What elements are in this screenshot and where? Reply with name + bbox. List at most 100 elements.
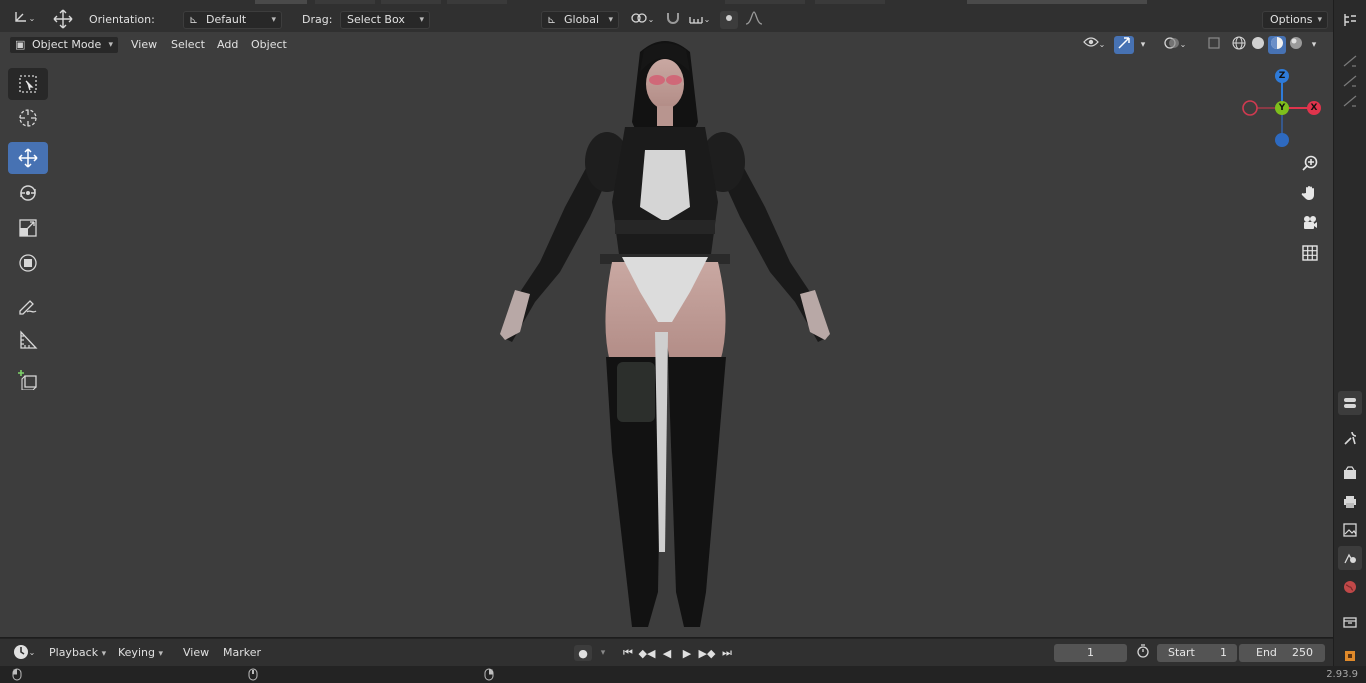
measure-tool[interactable]: [8, 324, 48, 356]
pivot-point-button[interactable]: ⌄: [626, 11, 658, 29]
transform-tool[interactable]: [8, 247, 48, 279]
tab-collection[interactable]: [1338, 610, 1362, 634]
overlays-dropdown[interactable]: ⌄: [1159, 36, 1191, 54]
options-dropdown[interactable]: Options ▾: [1262, 11, 1328, 29]
editor-type-button[interactable]: ⌄: [8, 10, 40, 28]
end-frame-field[interactable]: End 250: [1239, 644, 1325, 662]
playback-label: Playback: [49, 646, 99, 659]
tab-render[interactable]: [1338, 461, 1362, 485]
eye-icon: [1082, 37, 1099, 47]
gizmo-z-axis[interactable]: Z: [1275, 69, 1289, 83]
tab-view-layer[interactable]: [1338, 518, 1362, 542]
shading-wireframe[interactable]: [1230, 36, 1248, 54]
play-reverse-button[interactable]: ◀: [658, 645, 676, 661]
start-value: 1: [1220, 646, 1227, 659]
camera-view-button[interactable]: [1297, 210, 1323, 236]
scale-icon: [19, 219, 37, 237]
xray-toggle[interactable]: [1205, 36, 1223, 54]
snap-target-dropdown[interactable]: ⌄: [684, 11, 714, 29]
start-frame-field[interactable]: Start 1: [1157, 644, 1237, 662]
transform-space-value: Global: [564, 13, 600, 26]
add-cube-tool[interactable]: [8, 363, 48, 395]
snap-increment-icon: [688, 17, 703, 24]
timeline-menu-keying[interactable]: Keying ▾: [118, 645, 163, 662]
play-button[interactable]: ▶: [678, 645, 696, 661]
outliner-toggle[interactable]: [1338, 8, 1362, 32]
drag-value: Select Box: [347, 13, 405, 26]
hand-icon: [1301, 186, 1314, 200]
tab-active-tool[interactable]: [1338, 426, 1362, 450]
scene-icon: [1344, 553, 1356, 564]
transform-orientation-dropdown[interactable]: ⊾ Global ▾: [541, 11, 619, 29]
printer-icon: [1344, 496, 1356, 508]
stopwatch-icon: [1137, 644, 1149, 658]
jump-to-keyframe-next-button[interactable]: ▶◆: [698, 645, 716, 661]
gizmo-icon: [1118, 37, 1130, 49]
overlay-icon: [1163, 37, 1179, 49]
shading-dropdown[interactable]: ▾: [1307, 36, 1321, 54]
preview-range-toggle[interactable]: [1134, 644, 1152, 662]
shading-material-preview[interactable]: [1268, 36, 1286, 54]
pan-button[interactable]: [1297, 180, 1323, 206]
annotate-tool[interactable]: [8, 289, 48, 321]
scale-tool[interactable]: [8, 212, 48, 244]
keying-set-dropdown[interactable]: ▾: [594, 645, 612, 661]
menu-view[interactable]: View: [127, 37, 161, 53]
snap-toggle[interactable]: [662, 11, 684, 29]
drag-label: Drag:: [302, 13, 333, 26]
select-box-tool[interactable]: [8, 68, 48, 100]
jump-to-end-button[interactable]: ⏭: [718, 645, 736, 661]
menu-add[interactable]: Add: [213, 37, 242, 53]
3d-viewport[interactable]: [0, 32, 1333, 637]
timeline-menu-marker[interactable]: Marker: [223, 645, 261, 661]
mouse-right-icon: [484, 668, 494, 681]
menu-object[interactable]: Object: [247, 37, 291, 53]
tab-object[interactable]: [1338, 644, 1362, 668]
mode-dropdown[interactable]: ▣ Object Mode ▾: [9, 36, 119, 54]
jump-to-keyframe-prev-button[interactable]: ◆◀: [638, 645, 656, 661]
auto-keying-toggle[interactable]: ●: [574, 645, 592, 661]
zoom-button[interactable]: [1297, 150, 1323, 176]
visibility-dropdown[interactable]: ⌄: [1078, 36, 1110, 54]
jump-to-start-button[interactable]: ⏮: [619, 645, 637, 661]
record-dot-icon: ●: [578, 646, 588, 660]
rotate-tool[interactable]: [8, 177, 48, 209]
falloff-dropdown[interactable]: [740, 11, 768, 29]
object-mode-icon: ▣: [15, 38, 26, 51]
menu-select[interactable]: Select: [167, 37, 209, 53]
gizmo-y-axis[interactable]: Y: [1275, 101, 1289, 115]
chevron-down-icon: ▾: [419, 15, 424, 25]
chevron-down-icon: ▾: [158, 649, 163, 659]
orientation-dropdown[interactable]: ⊾ Default ▾: [183, 11, 282, 29]
timeline-menu-playback[interactable]: Playback ▾: [49, 645, 106, 662]
timeline-menu-view[interactable]: View: [183, 645, 209, 661]
falloff-curve-icon: [745, 11, 763, 25]
shading-solid[interactable]: [1249, 36, 1267, 54]
shading-rendered[interactable]: [1287, 36, 1305, 54]
proportional-dot-icon: [726, 15, 732, 21]
wireframe-sphere-icon: [1232, 36, 1246, 50]
wrench-icon: [1344, 431, 1357, 445]
move-tool[interactable]: [8, 142, 48, 174]
clock-icon: [13, 645, 28, 659]
pencil-icon: [19, 300, 37, 315]
chevron-down-icon: ▾: [101, 649, 107, 659]
proportional-editing-toggle[interactable]: [720, 11, 738, 29]
magnet-icon: [667, 13, 679, 24]
tab-scene[interactable]: [1338, 546, 1362, 570]
tab-output[interactable]: [1338, 490, 1362, 514]
perspective-toggle-button[interactable]: [1297, 240, 1323, 266]
drag-dropdown[interactable]: Select Box ▾: [340, 11, 430, 29]
gizmo-toggle[interactable]: [1114, 36, 1134, 54]
timeline-editor-type[interactable]: ⌄: [8, 644, 40, 662]
current-frame-field[interactable]: 1: [1054, 644, 1127, 662]
cursor-tool[interactable]: [8, 102, 48, 134]
gizmo-dropdown[interactable]: ▾: [1136, 36, 1150, 54]
axes-icon: [14, 12, 26, 22]
prev-keyframe-icon: ◆◀: [638, 646, 656, 660]
gizmo-x-axis[interactable]: X: [1307, 101, 1321, 115]
tab-world[interactable]: [1338, 575, 1362, 599]
end-value: 250: [1292, 646, 1313, 659]
tab-tool[interactable]: [1338, 391, 1362, 415]
mouse-middle-icon: [248, 668, 258, 681]
